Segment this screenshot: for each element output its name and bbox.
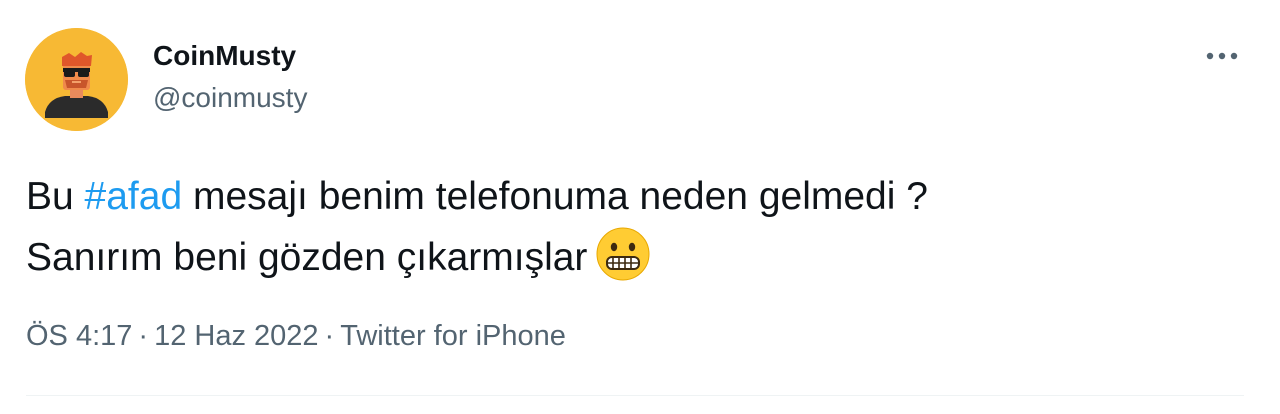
hashtag-link[interactable]: #afad (85, 175, 183, 218)
tweet-line-1: Bu #afad mesajı benim telefonuma neden g… (26, 168, 1226, 226)
meta-separator: · (138, 320, 149, 352)
tweet-line-2: Sanırım beni gözden çıkarmışlar (26, 226, 1226, 287)
tweet-source[interactable]: Twitter for iPhone (340, 320, 566, 352)
tweet-meta: ÖS 4:17 · 12 Haz 2022 · Twitter for iPhone (26, 320, 566, 353)
grimacing-face-emoji-icon (595, 226, 651, 282)
more-options-button[interactable] (1196, 36, 1248, 76)
avatar[interactable] (25, 28, 128, 131)
tweet-text-suffix: mesajı benim telefonuma neden gelmedi ? (182, 175, 928, 218)
tweet-date[interactable]: 12 Haz 2022 (154, 320, 318, 352)
display-name[interactable]: CoinMusty (153, 40, 296, 72)
tweet-text-line2: Sanırım beni gözden çıkarmışlar (26, 236, 588, 279)
tweet-card: CoinMusty @coinmusty Bu #afad mesajı ben… (0, 0, 1280, 414)
tweet-text: Bu #afad mesajı benim telefonuma neden g… (26, 168, 1226, 287)
meta-separator: · (324, 320, 335, 352)
divider (26, 395, 1244, 396)
avatar-illustration-icon (25, 28, 128, 131)
tweet-text-prefix: Bu (26, 175, 85, 218)
tweet-time[interactable]: ÖS 4:17 (26, 320, 132, 352)
user-handle[interactable]: @coinmusty (153, 82, 307, 114)
more-dots-icon (1206, 52, 1238, 60)
